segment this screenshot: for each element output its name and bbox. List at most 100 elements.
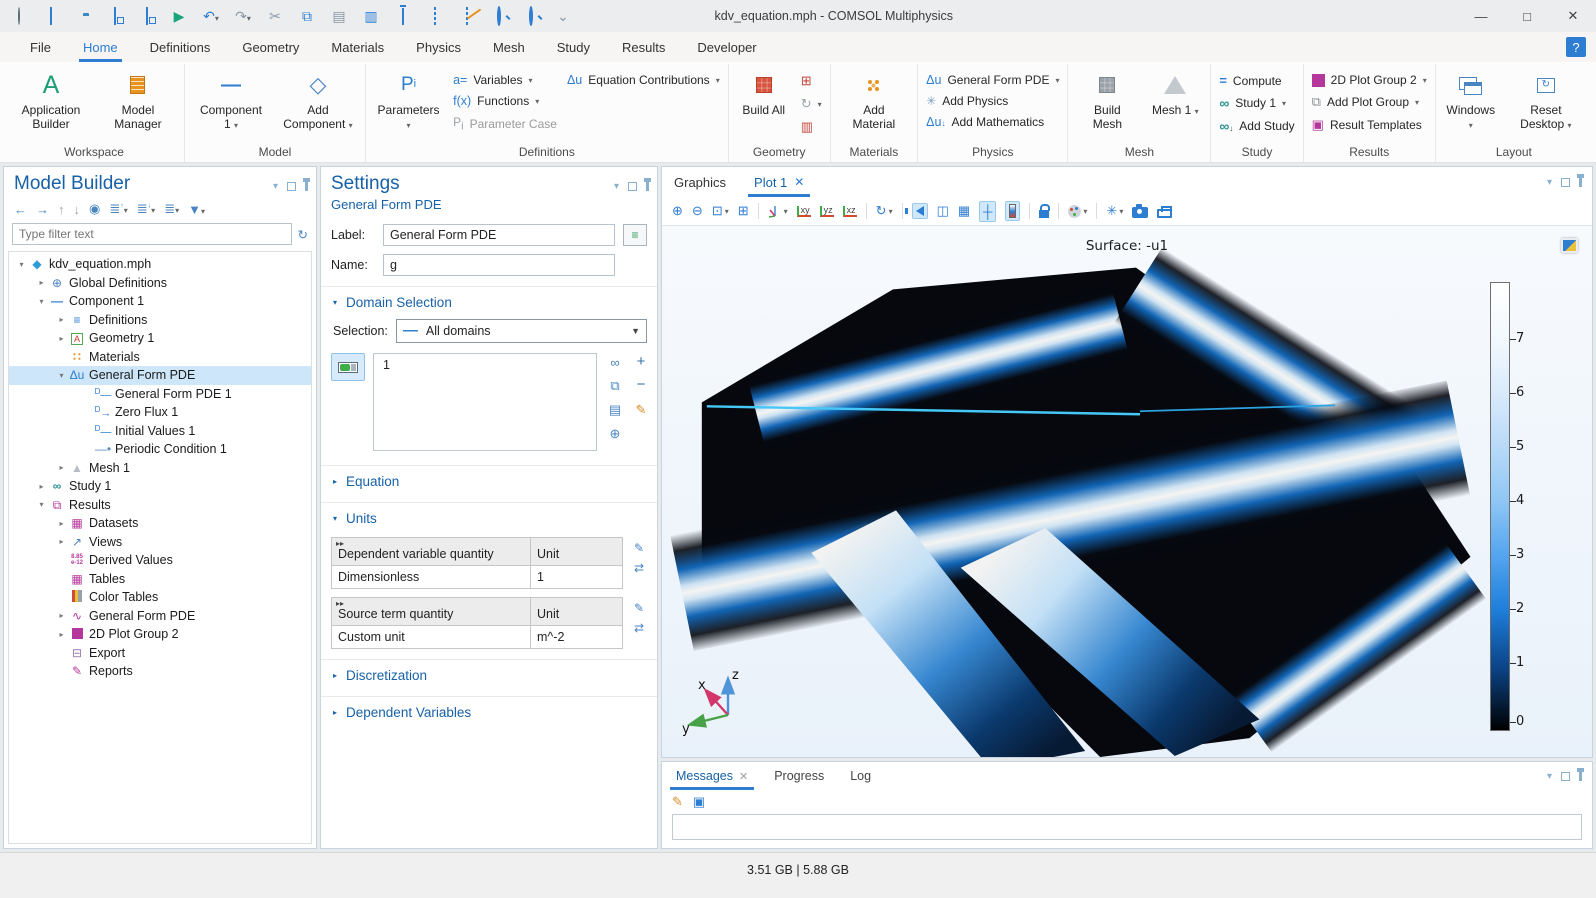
maximize-button[interactable]: □: [1504, 0, 1550, 32]
forward-icon[interactable]: →: [36, 202, 49, 217]
collapse-all-icon[interactable]: ≣↓▾: [137, 201, 155, 217]
panel-pin-icon[interactable]: [1579, 178, 1582, 187]
panel-menu-icon[interactable]: ▾: [1547, 771, 1552, 782]
units-header[interactable]: ▾ Units: [321, 503, 657, 533]
domain-list-item[interactable]: 1: [374, 357, 596, 373]
tree-item-color-tables[interactable]: Color Tables: [9, 588, 311, 607]
tab-plot-1[interactable]: Plot 1✕: [754, 167, 804, 197]
build-all-button[interactable]: Build All: [737, 67, 791, 120]
variables-button[interactable]: a= Variables▾: [453, 73, 557, 87]
refresh-icon[interactable]: ↻: [298, 227, 308, 242]
dependent-variables-header[interactable]: ▸ Dependent Variables: [321, 697, 657, 727]
tree-filter-input[interactable]: [12, 223, 292, 245]
add-plot-group-button[interactable]: ⧉ Add Plot Group▾: [1312, 94, 1427, 110]
tab-mesh[interactable]: Mesh: [493, 32, 525, 62]
tree-item-periodic-condition-1[interactable]: —•Periodic Condition 1: [9, 440, 311, 459]
add-to-selection-icon[interactable]: +: [631, 355, 651, 370]
reset-desktop-button[interactable]: ↻ Reset Desktop ▾: [1508, 67, 1584, 135]
tree-item-results-general-form-pde[interactable]: ▸∿General Form PDE: [9, 607, 311, 626]
zoom-to-selection-icon[interactable]: ⊕: [605, 426, 625, 442]
tree-item-mesh-1[interactable]: ▸▲Mesh 1: [9, 459, 311, 478]
compute-button[interactable]: = Compute: [1219, 73, 1294, 88]
tree-item-views[interactable]: ▸↗Views: [9, 533, 311, 552]
help-button[interactable]: ?: [1566, 37, 1586, 57]
tree-item-general-form-pde[interactable]: ▾ΔuGeneral Form PDE: [9, 366, 311, 385]
equation-contributions-button[interactable]: Δu Equation Contributions▾: [567, 73, 720, 87]
edit-unit-icon[interactable]: ✎: [634, 601, 644, 615]
panel-pin-icon[interactable]: [646, 182, 649, 191]
add-mathematics-button[interactable]: Δu↓ Add Mathematics: [926, 115, 1059, 129]
move-down-icon[interactable]: ↓: [74, 202, 81, 217]
panel-menu-icon[interactable]: ▾: [614, 181, 619, 192]
paste-selection-icon[interactable]: ▤: [605, 402, 625, 418]
remove-from-selection-icon[interactable]: −: [631, 378, 651, 394]
import-geometry-button[interactable]: ⊞: [801, 73, 822, 89]
view-xy-icon[interactable]: xy: [797, 206, 811, 217]
discretization-header[interactable]: ▸ Discretization: [321, 660, 657, 690]
tab-geometry[interactable]: Geometry: [242, 32, 299, 62]
plot-thumbnail-icon[interactable]: [1561, 238, 1578, 253]
panel-float-icon[interactable]: [1561, 178, 1570, 187]
quantity-cell[interactable]: Custom unit: [332, 626, 530, 648]
undo-icon[interactable]: ↶▾: [202, 8, 220, 25]
functions-button[interactable]: f(x) Functions▾: [453, 94, 557, 108]
change-unit-icon[interactable]: ⇄: [634, 621, 644, 635]
save-as-icon[interactable]: [138, 8, 156, 24]
panel-menu-icon[interactable]: ▾: [1547, 177, 1552, 188]
zoom-box-icon[interactable]: ⊡▾: [712, 203, 729, 219]
add-material-button[interactable]: Add Material: [839, 67, 910, 135]
quantity-cell[interactable]: Dimensionless: [332, 566, 530, 588]
back-icon[interactable]: ←: [14, 202, 27, 217]
tree-item-component-1[interactable]: ▾—Component 1: [9, 292, 311, 311]
result-templates-button[interactable]: ▣ Result Templates: [1312, 117, 1427, 133]
open-in-window-icon[interactable]: ▣: [693, 794, 705, 810]
minimize-button[interactable]: —: [1458, 0, 1504, 32]
copy-selection-icon[interactable]: ⧉: [605, 378, 625, 394]
application-builder-button[interactable]: A Application Builder: [12, 67, 90, 135]
close-tab-icon[interactable]: ✕: [794, 175, 804, 189]
lock-view-icon[interactable]: [1039, 204, 1049, 218]
study-1-button[interactable]: ∞ Study 1▾: [1219, 95, 1294, 111]
color-theme-icon[interactable]: ▾: [1068, 205, 1087, 218]
clear-selection-icon[interactable]: ✎: [631, 402, 651, 418]
print-icon[interactable]: [1157, 205, 1172, 218]
transparency-icon[interactable]: ◫: [937, 203, 949, 219]
tab-definitions[interactable]: Definitions: [150, 32, 211, 62]
plot-canvas[interactable]: Surface: -u1 7 6 5 4 3 2 1 0: [662, 226, 1592, 757]
selection-dropdown[interactable]: — All domains ▼: [396, 319, 647, 343]
tab-progress[interactable]: Progress: [774, 762, 824, 790]
rotate-icon[interactable]: ↻▾: [876, 203, 893, 219]
tree-item-tables[interactable]: ▦Tables: [9, 570, 311, 589]
show-icon[interactable]: ◉: [89, 201, 100, 217]
toolbar-overflow-icon[interactable]: ⌄: [554, 8, 572, 25]
view-yz-icon[interactable]: yz: [820, 206, 834, 217]
tab-developer[interactable]: Developer: [697, 32, 756, 62]
tree-item-global-definitions[interactable]: ▸⊕Global Definitions: [9, 274, 311, 293]
scene-light-icon[interactable]: [912, 203, 928, 219]
build-mesh-button[interactable]: Build Mesh: [1076, 67, 1138, 135]
tree-item-zero-flux-1[interactable]: D→Zero Flux 1: [9, 403, 311, 422]
update-geometry-button[interactable]: ↻▾: [801, 96, 822, 112]
add-study-button[interactable]: ∞↓ Add Study: [1219, 118, 1294, 134]
cut-icon[interactable]: ✂: [266, 8, 284, 25]
save-icon[interactable]: [106, 8, 124, 24]
new-file-icon[interactable]: [42, 8, 60, 24]
parameter-case-button[interactable]: Pi Parameter Case: [453, 115, 557, 132]
clear-messages-icon[interactable]: ✎: [672, 794, 683, 810]
tree-item-initial-values-1[interactable]: D—Initial Values 1: [9, 422, 311, 441]
zoom-extents-icon[interactable]: ⊞: [738, 203, 749, 219]
change-unit-icon[interactable]: ⇄: [634, 561, 644, 575]
panel-menu-icon[interactable]: ▾: [273, 181, 278, 192]
panel-pin-icon[interactable]: [305, 182, 308, 191]
tab-home[interactable]: Home: [83, 32, 118, 62]
tree-item-geometry-1[interactable]: ▸AGeometry 1: [9, 329, 311, 348]
run-icon[interactable]: ▶: [170, 8, 188, 25]
tree-item-datasets[interactable]: ▸▦Datasets: [9, 514, 311, 533]
snapshot-icon[interactable]: ✳▾: [1106, 203, 1123, 219]
panel-pin-icon[interactable]: [1579, 772, 1582, 781]
2d-plot-group-2-button[interactable]: 2D Plot Group 2▾: [1312, 73, 1427, 87]
component-1-button[interactable]: — Component 1 ▾: [193, 67, 269, 135]
model-manager-button[interactable]: Model Manager: [100, 67, 176, 135]
tab-messages[interactable]: Messages✕: [676, 762, 748, 790]
rename-button[interactable]: ≡: [623, 224, 647, 246]
